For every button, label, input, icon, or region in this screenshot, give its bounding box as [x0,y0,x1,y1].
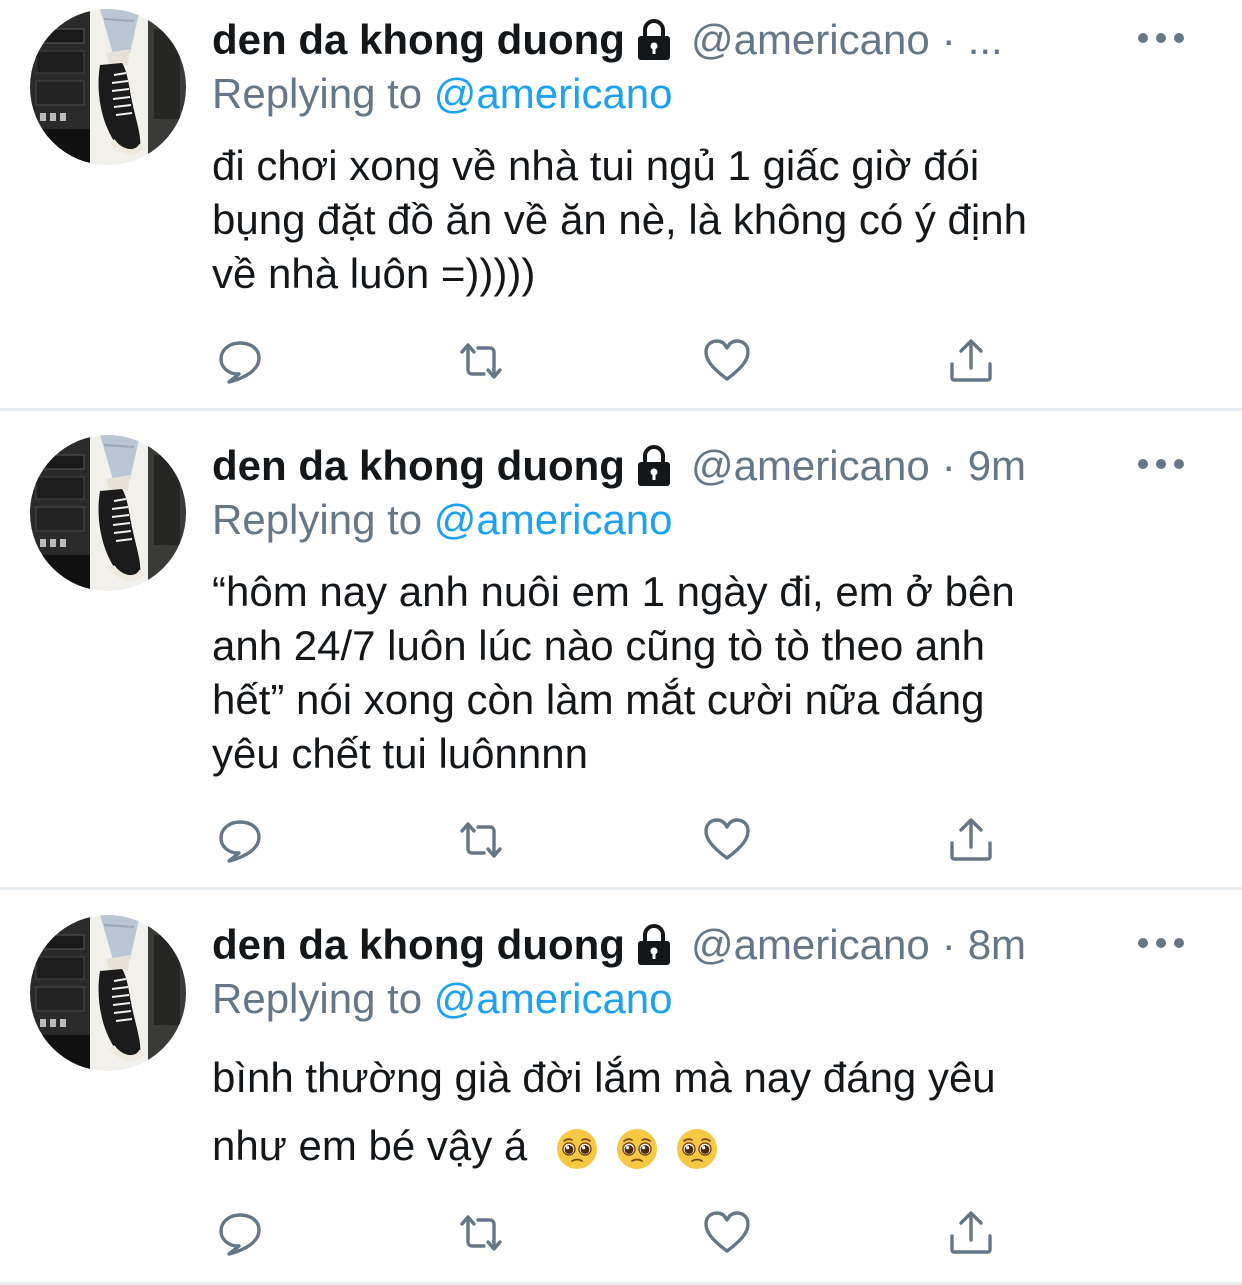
display-name[interactable]: den da khong duong [212,438,625,494]
avatar[interactable] [30,435,186,591]
pleading-face-emoji-icon [555,1127,599,1171]
username[interactable]: @americano [691,12,930,68]
more-icon[interactable] [1138,454,1184,474]
lock-icon [635,923,673,967]
tweet-text-fragment: như em bé vậy á [212,1122,528,1169]
avatar-image [30,435,186,591]
replying-to-mention[interactable]: @americano [434,496,673,543]
tweet-actions [212,815,1012,865]
tweet-text-line: về nhà luôn =))))) [212,250,536,297]
reply-icon[interactable] [215,336,265,386]
username[interactable]: @americano [691,917,930,973]
heart-icon[interactable] [702,815,752,865]
tweet-text-line: đi chơi xong về nhà tui ngủ 1 giấc giờ đ… [212,142,980,189]
retweet-icon[interactable] [456,815,506,865]
heart-icon[interactable] [702,336,752,386]
reply-icon[interactable] [215,1208,265,1258]
replying-to: Replying to @americano [212,973,673,1025]
avatar-image [30,915,186,1071]
separator: · [941,16,956,63]
retweet-icon[interactable] [456,1208,506,1258]
replying-to: Replying to @americano [212,68,673,120]
replying-to-label: Replying to [212,496,423,543]
tweet-text: “hôm nay anh nuôi em 1 ngày đi, em ở bên… [212,565,1212,781]
display-name[interactable]: den da khong duong [212,12,625,68]
replying-to: Replying to @americano [212,494,673,546]
tweet-3[interactable]: den da khong duong @americano · 8m Reply… [0,890,1242,1285]
emoji-group [555,1127,719,1171]
share-icon[interactable] [946,815,996,865]
tweet-header: den da khong duong @americano · ... [212,12,1003,68]
separator: · [941,442,956,489]
separator: · [941,921,956,968]
lock-icon [635,18,673,62]
more-icon[interactable] [1138,28,1184,48]
username[interactable]: @americano [691,438,930,494]
tweet-text-line: hết” nói xong còn làm mắt cười nữa đáng [212,676,985,723]
display-name[interactable]: den da khong duong [212,917,625,973]
tweet-text-line: như em bé vậy á [212,1112,1212,1180]
more-icon[interactable] [1138,933,1184,953]
tweet-1[interactable]: den da khong duong @americano · ... Repl… [0,0,1242,410]
replying-to-mention[interactable]: @americano [434,975,673,1022]
tweet-header: den da khong duong @americano · 9m [212,438,1026,494]
avatar-image [30,9,186,165]
reply-icon[interactable] [215,815,265,865]
heart-icon[interactable] [702,1208,752,1258]
tweet-text-line: “hôm nay anh nuôi em 1 ngày đi, em ở bên [212,568,1015,615]
tweet-text: bình thường già đời lắm mà nay đáng yêu … [212,1044,1212,1180]
timestamp[interactable]: 9m [968,438,1026,494]
tweet-text-line: bình thường già đời lắm mà nay đáng yêu [212,1054,996,1101]
replying-to-mention[interactable]: @americano [434,70,673,117]
tweet-text-line: bụng đặt đồ ăn về ăn nè, là không có ý đ… [212,196,1027,243]
share-icon[interactable] [946,1208,996,1258]
replying-to-label: Replying to [212,975,423,1022]
tweet-actions [212,1208,1012,1258]
pleading-face-emoji-icon [675,1127,719,1171]
tweet-2[interactable]: den da khong duong @americano · 9m Reply… [0,411,1242,889]
tweet-header: den da khong duong @americano · 8m [212,917,1026,973]
timestamp[interactable]: 8m [968,917,1026,973]
tweet-text-line: anh 24/7 luôn lúc nào cũng tò tò theo an… [212,622,985,669]
timestamp[interactable]: ... [968,12,1003,68]
share-icon[interactable] [946,336,996,386]
tweet-actions [212,336,1012,386]
lock-icon [635,444,673,488]
tweet-text: đi chơi xong về nhà tui ngủ 1 giấc giờ đ… [212,139,1212,301]
avatar[interactable] [30,9,186,165]
avatar[interactable] [30,915,186,1071]
replying-to-label: Replying to [212,70,423,117]
retweet-icon[interactable] [456,336,506,386]
tweet-text-line: yêu chết tui luônnnn [212,730,588,777]
pleading-face-emoji-icon [615,1127,659,1171]
